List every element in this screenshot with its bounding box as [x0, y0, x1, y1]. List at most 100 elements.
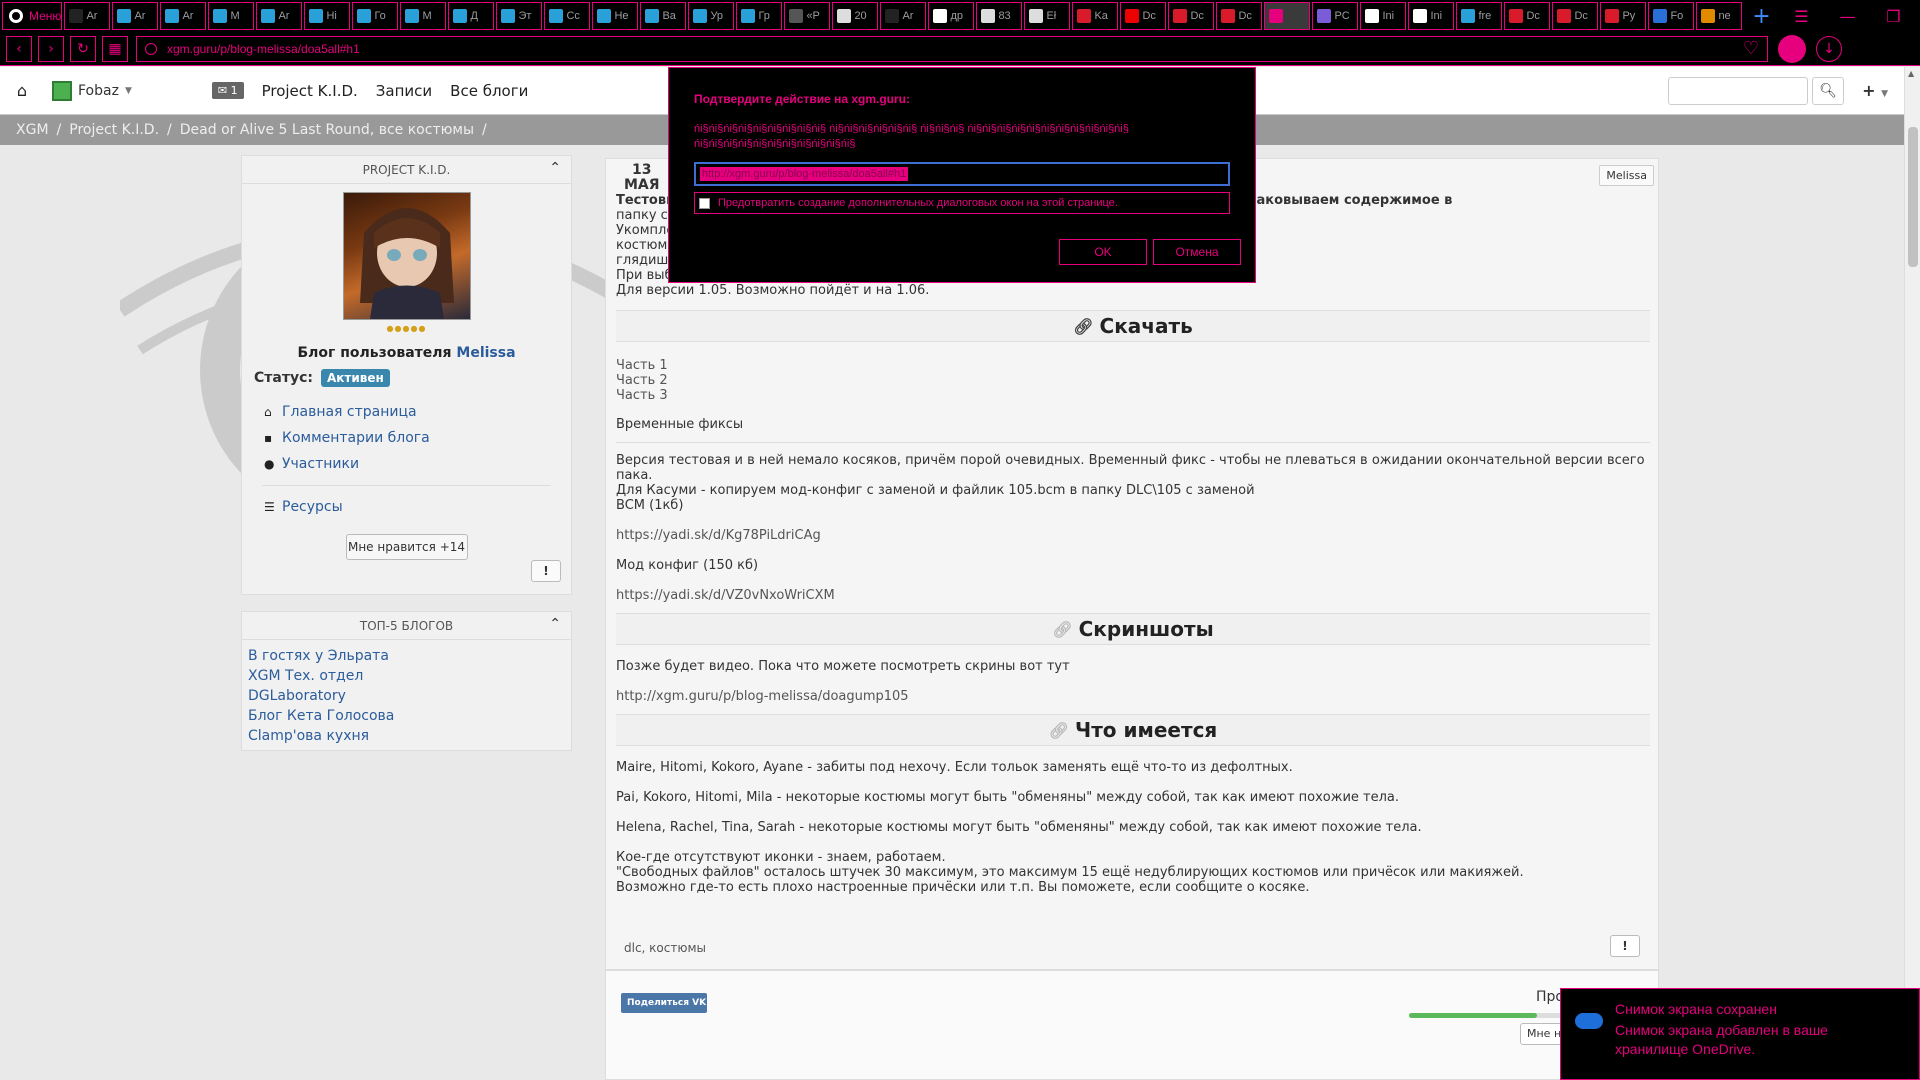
- user-dropdown[interactable]: Fobaz ▼: [52, 80, 132, 101]
- browser-tab[interactable]: Ar: [64, 2, 111, 30]
- sidebar-item-home[interactable]: ⌂ Главная страница: [264, 399, 571, 425]
- search-input[interactable]: [1668, 76, 1809, 105]
- mod-config-link[interactable]: https://yadi.sk/d/VZ0vNxoWriCXM: [616, 588, 1650, 603]
- speed-dial-icon[interactable]: ▦: [102, 35, 128, 62]
- page-scrollbar[interactable]: ▲: [1904, 67, 1920, 1080]
- chevron-up-icon[interactable]: ⌃: [549, 160, 561, 176]
- browser-tab[interactable]: Cc: [544, 2, 591, 30]
- chevron-up-icon[interactable]: ⌃: [549, 616, 561, 632]
- blog-box-header[interactable]: PROJECT K.I.D. ⌃: [242, 156, 571, 184]
- browser-tab[interactable]: Hi: [304, 2, 351, 30]
- browser-tab[interactable]: M: [208, 2, 255, 30]
- download-link-part1[interactable]: Часть 1: [616, 358, 1650, 373]
- tab-menu-icon[interactable]: ☰: [1778, 0, 1824, 32]
- opera-menu-button[interactable]: Меню: [2, 2, 63, 30]
- scrollbar-thumb[interactable]: [1908, 127, 1918, 267]
- minimize-button[interactable]: —: [1824, 0, 1870, 32]
- like-blog-button[interactable]: Мне нравится +14: [345, 534, 468, 560]
- browser-tab[interactable]: ne: [1696, 2, 1743, 30]
- browser-tab[interactable]: Эт: [496, 2, 543, 30]
- nav-link-posts[interactable]: Записи: [376, 82, 432, 100]
- browser-tab[interactable]: Ini: [1408, 2, 1455, 30]
- nav-link-all-blogs[interactable]: Все блоги: [450, 82, 528, 100]
- list-item[interactable]: DGLaboratory: [248, 688, 565, 708]
- reload-button[interactable]: ↻: [70, 35, 96, 62]
- blog-avatar[interactable]: [342, 192, 471, 320]
- browser-tab[interactable]: «Р: [784, 2, 831, 30]
- back-button[interactable]: ‹: [6, 35, 32, 62]
- download-icon[interactable]: ↓: [1816, 35, 1842, 62]
- forward-button[interactable]: ›: [38, 35, 64, 62]
- browser-tab[interactable]: Гр: [736, 2, 783, 30]
- sidebar-item-members[interactable]: ● Участники: [264, 451, 571, 477]
- browser-tab[interactable]: Dc: [1168, 2, 1215, 30]
- browser-tab[interactable]: fre: [1456, 2, 1503, 30]
- browser-tab[interactable]: Eł: [1024, 2, 1071, 30]
- section-download-header[interactable]: 🔗︎ Скачать: [616, 310, 1650, 342]
- list-item[interactable]: XGM Тех. отдел: [248, 668, 565, 688]
- new-tab-button[interactable]: +: [1744, 0, 1778, 32]
- browser-tab[interactable]: Ур: [688, 2, 735, 30]
- checkbox-box[interactable]: [699, 197, 710, 209]
- browser-tab[interactable]: Ar: [256, 2, 303, 30]
- share-vk-button[interactable]: Поделиться VK: [621, 993, 707, 1013]
- ok-button[interactable]: OK: [1059, 239, 1147, 265]
- browser-tab[interactable]: [1264, 2, 1311, 30]
- browser-tab[interactable]: Д: [448, 2, 495, 30]
- crumb-xgm[interactable]: XGM: [16, 122, 49, 138]
- browser-tab[interactable]: Ba: [640, 2, 687, 30]
- browser-tab[interactable]: Fo: [1648, 2, 1695, 30]
- restore-button[interactable]: ❐: [1870, 0, 1916, 32]
- section-features-header[interactable]: 🔗︎ Что имеется: [616, 714, 1650, 746]
- home-icon[interactable]: ⌂: [0, 81, 44, 100]
- list-item[interactable]: Clamp'ова кухня: [248, 728, 565, 748]
- browser-tab[interactable]: Го: [352, 2, 399, 30]
- crumb-post[interactable]: Dead or Alive 5 Last Round, все костюмы: [180, 122, 474, 138]
- browser-tab[interactable]: Ar: [880, 2, 927, 30]
- browser-tab[interactable]: M: [400, 2, 447, 30]
- crumb-project[interactable]: Project K.I.D.: [69, 122, 159, 138]
- screenshots-link[interactable]: http://xgm.guru/p/blog-melissa/doagump10…: [616, 689, 1650, 704]
- cancel-button[interactable]: Отмена: [1153, 239, 1241, 265]
- search-button[interactable]: 🔍︎: [1812, 76, 1845, 105]
- dialog-input[interactable]: http://xgm.guru/p/blog-melissa/doa5all#h…: [694, 162, 1230, 186]
- section-screenshots-header[interactable]: 🔗︎ Скриншоты: [616, 613, 1650, 645]
- messages-badge[interactable]: ✉ 1: [211, 82, 244, 99]
- owner-link[interactable]: Melissa: [456, 345, 515, 361]
- report-post-button[interactable]: !: [1610, 935, 1640, 957]
- url-field[interactable]: xgm.guru/p/blog-melissa/doa5all#h1 ♡: [136, 35, 1768, 62]
- extension-icon[interactable]: [1778, 34, 1806, 63]
- browser-tab[interactable]: Py: [1600, 2, 1647, 30]
- download-link-part2[interactable]: Часть 2: [616, 373, 1650, 388]
- author-chip[interactable]: Melissa: [1599, 165, 1654, 186]
- list-item[interactable]: В гостях у Эльрата: [248, 648, 565, 668]
- browser-tab[interactable]: Dc: [1504, 2, 1551, 30]
- sidebar-item-resources[interactable]: ☰ Ресурсы: [264, 494, 571, 520]
- nav-link-project[interactable]: Project K.I.D.: [262, 82, 358, 100]
- browser-tab[interactable]: Dc: [1216, 2, 1263, 30]
- browser-tab[interactable]: Dc: [1552, 2, 1599, 30]
- close-window-button[interactable]: ✕: [1916, 0, 1920, 32]
- prevent-dialogs-checkbox[interactable]: Предотвратить создание дополнительных ди…: [694, 192, 1230, 214]
- browser-tab[interactable]: PC: [1312, 2, 1359, 30]
- browser-tab[interactable]: Dc: [1120, 2, 1167, 30]
- add-dropdown-button[interactable]: + ▼: [1862, 81, 1888, 100]
- bcm-download-link[interactable]: https://yadi.sk/d/Kg78PiLdriCAg: [616, 528, 1650, 543]
- browser-tab[interactable]: 20: [832, 2, 879, 30]
- browser-tab[interactable]: Ka: [1072, 2, 1119, 30]
- top5-header[interactable]: ТОП-5 БЛОГОВ ⌃: [242, 612, 571, 640]
- bookmark-heart-icon[interactable]: ♡: [1743, 38, 1759, 59]
- post-tags[interactable]: dlc, костюмы: [624, 941, 706, 955]
- browser-tab[interactable]: 83: [976, 2, 1023, 30]
- onedrive-notification[interactable]: Снимок экрана сохранен Снимок экрана доб…: [1560, 988, 1920, 1080]
- browser-tab[interactable]: др: [928, 2, 975, 30]
- browser-tab[interactable]: Ini: [1360, 2, 1407, 30]
- sidebar-item-comments[interactable]: ▪ Комментарии блога: [264, 425, 571, 451]
- scroll-up-icon[interactable]: ▲: [1908, 69, 1914, 78]
- browser-tab[interactable]: Ar: [160, 2, 207, 30]
- browser-tab[interactable]: Ar: [112, 2, 159, 30]
- report-button[interactable]: !: [531, 560, 561, 582]
- browser-tab[interactable]: He: [592, 2, 639, 30]
- list-item[interactable]: Блог Кета Голосова: [248, 708, 565, 728]
- download-link-part3[interactable]: Часть 3: [616, 388, 1650, 403]
